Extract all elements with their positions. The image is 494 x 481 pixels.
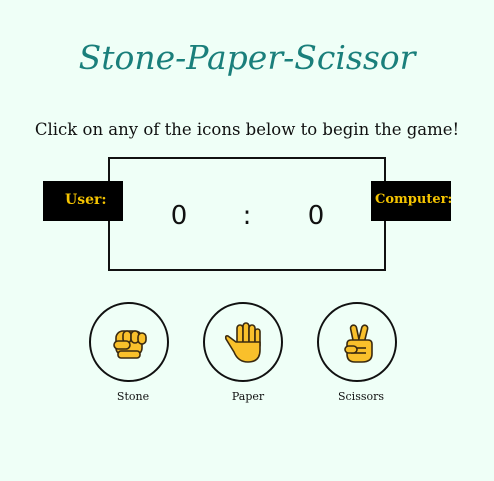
score-separator: : (242, 201, 252, 231)
computer-badge: Computer: (371, 181, 452, 221)
raised-hand-icon (224, 322, 261, 363)
fist-icon (113, 330, 147, 359)
victory-hand-icon (344, 324, 373, 363)
stone-button[interactable] (89, 302, 169, 382)
computer-score: 0 (307, 201, 325, 231)
scissors-label: Scissors (337, 390, 385, 403)
stone-label: Stone (116, 390, 150, 403)
paper-label: Paper (231, 390, 265, 403)
instructions-text: Click on any of the icons below to begin… (34, 120, 460, 139)
scissors-button[interactable] (317, 302, 397, 382)
paper-button[interactable] (203, 302, 283, 382)
page-title: Stone-Paper-Scissor (78, 38, 416, 77)
user-badge: User: (43, 181, 123, 221)
user-score: 0 (170, 201, 188, 231)
